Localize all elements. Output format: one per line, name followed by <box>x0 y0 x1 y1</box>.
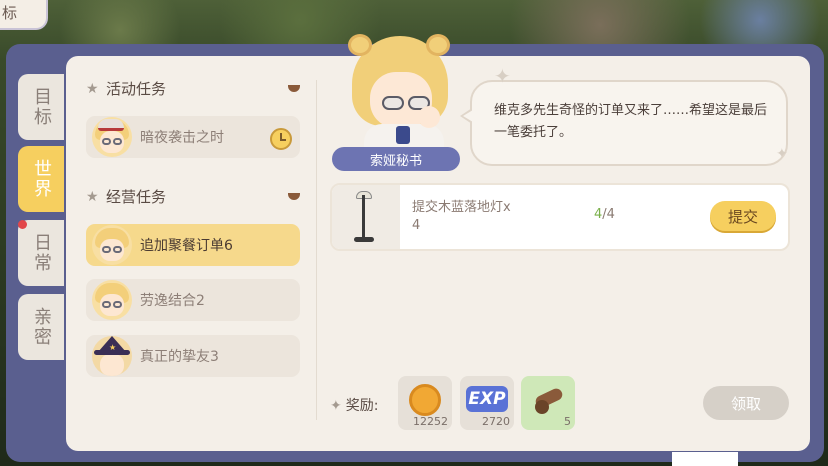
notification-dot <box>18 220 27 229</box>
reward-coin[interactable]: 12252 <box>398 376 452 430</box>
task-item[interactable]: 暗夜袭击之时 <box>86 116 300 158</box>
reward-count: 5 <box>564 415 571 428</box>
task-item[interactable]: 追加聚餐订单6 <box>86 224 300 266</box>
avatar <box>92 117 132 157</box>
claim-button[interactable]: 领取 <box>703 386 789 420</box>
npc-nameplate: 索娅秘书 <box>332 147 460 171</box>
tab-intimacy[interactable]: 亲密 <box>18 294 64 360</box>
npc-portrait <box>346 26 456 156</box>
divider <box>316 80 317 420</box>
tab-label: 世界 <box>31 159 52 199</box>
task-item[interactable]: 劳逸结合2 <box>86 279 300 321</box>
dialog-text: 维克多先生奇怪的订单又来了……希望这是最后一笔委托了。 <box>494 103 768 140</box>
plus-icon: ✦ <box>330 398 342 414</box>
reward-exp[interactable]: EXP 2720 <box>460 376 514 430</box>
task-label: 真正的挚友3 <box>140 349 219 365</box>
section-title: 经营任务 <box>106 188 167 206</box>
task-label: 劳逸结合2 <box>140 293 205 309</box>
tab-label: 亲密 <box>31 307 52 347</box>
avatar: ★ <box>92 336 132 376</box>
submit-button[interactable]: 提交 <box>710 201 776 231</box>
tab-goal[interactable]: 目标 <box>18 74 64 140</box>
star-icon: ★ <box>86 188 99 205</box>
section-business[interactable]: ★ 经营任务 <box>86 186 300 207</box>
tab-label: 目标 <box>31 87 52 127</box>
collapse-icon[interactable] <box>288 85 300 92</box>
collapse-icon[interactable] <box>288 193 300 200</box>
sparkle-icon: ✦ <box>776 146 788 162</box>
tab-daily[interactable]: 日常 <box>18 220 64 286</box>
reward-count: 12252 <box>413 415 448 428</box>
section-activity[interactable]: ★ 活动任务 <box>86 78 300 99</box>
task-item[interactable]: ★ 真正的挚友3 <box>86 335 300 377</box>
sparkle-icon: ✦ <box>494 64 511 88</box>
exp-icon: EXP <box>466 386 508 412</box>
avatar <box>92 225 132 265</box>
request-progress: 4/4 <box>594 207 615 222</box>
task-label: 追加聚餐订单6 <box>140 238 233 254</box>
task-label: 暗夜袭击之时 <box>140 130 224 146</box>
tab-label: 日常 <box>31 233 52 273</box>
section-title: 活动任务 <box>106 80 167 98</box>
request-card: 提交木蓝落地灯x 4 4/4 提交 <box>330 183 790 251</box>
request-item-name: 提交木蓝落地灯x 4 <box>412 200 511 233</box>
corner-tab[interactable]: 标 <box>0 0 48 30</box>
reward-label: ✦ 奖励: <box>330 398 379 414</box>
reward-item[interactable]: 5 <box>521 376 575 430</box>
corner-label: 标 <box>2 4 18 22</box>
dialog-bubble: 维克多先生奇怪的订单又来了……希望这是最后一笔委托了。 <box>460 80 788 166</box>
avatar <box>92 280 132 320</box>
clock-icon <box>270 128 292 150</box>
coin-icon <box>409 384 441 416</box>
star-icon: ★ <box>86 80 99 97</box>
lamp-icon <box>332 185 400 249</box>
tab-world[interactable]: 世界 <box>18 146 64 212</box>
reward-count: 2720 <box>482 415 510 428</box>
